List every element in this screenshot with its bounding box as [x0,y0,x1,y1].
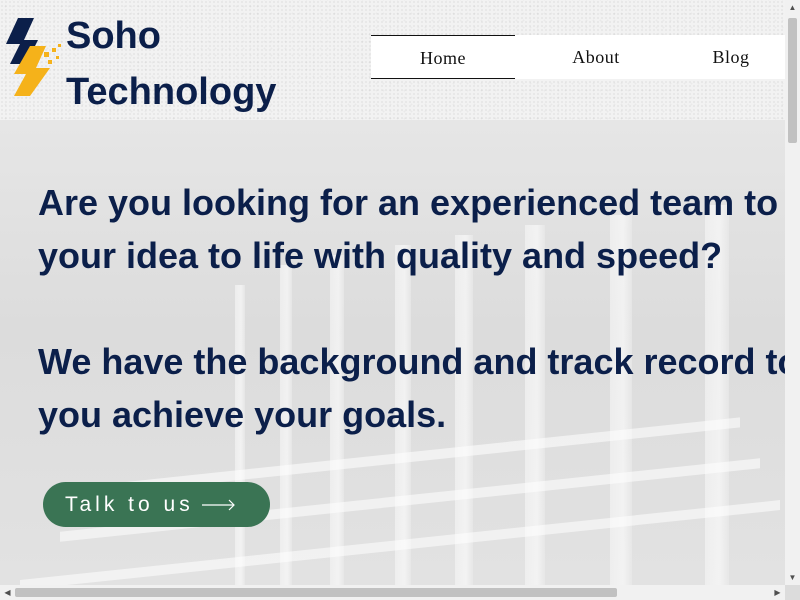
hero-line-4: you achieve your goals. [38,394,447,435]
vertical-scroll-thumb[interactable] [788,18,797,143]
cta-label: Talk to us [65,492,194,516]
talk-to-us-button[interactable]: Talk to us [43,482,270,527]
vertical-scrollbar[interactable]: ▲ ▼ [785,0,800,585]
horizontal-scrollbar[interactable]: ◀ ▶ [0,585,785,600]
hero-headline: Are you looking for an experienced team … [38,176,785,441]
brand-name[interactable]: Soho Technology [66,8,276,120]
hero-line-1: Are you looking for an experienced team … [38,182,785,223]
scroll-down-icon[interactable]: ▼ [785,570,800,585]
nav-item-about[interactable]: About [515,35,677,79]
scroll-right-icon[interactable]: ▶ [770,585,785,600]
scroll-left-icon[interactable]: ◀ [0,585,15,600]
nav-item-home[interactable]: Home [371,35,515,79]
scrollbar-corner [785,585,800,600]
hero-section: Are you looking for an experienced team … [0,120,785,585]
brand-line-2: Technology [66,71,277,113]
site-header: Soho Technology Home About Blog [0,0,785,120]
nav-item-blog[interactable]: Blog [677,35,785,79]
brand-line-1: Soho [66,15,161,57]
arrow-right-icon [201,499,235,510]
scroll-up-icon[interactable]: ▲ [785,0,800,15]
horizontal-scroll-thumb[interactable] [15,588,617,597]
hero-line-2: your idea to life with quality and speed… [38,235,723,276]
hero-line-3: We have the background and track record … [38,341,785,382]
soho-logo-icon[interactable] [0,16,66,98]
